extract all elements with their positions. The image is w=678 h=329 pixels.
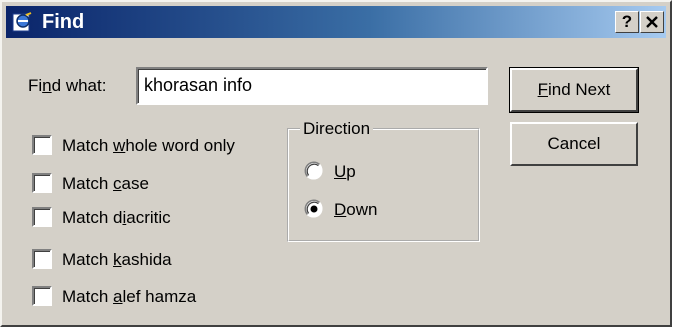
- radio-label: Down: [334, 200, 378, 219]
- checkbox-label: Match diacritic: [62, 208, 171, 227]
- checkbox-box[interactable]: [32, 173, 52, 193]
- close-icon: [646, 16, 658, 28]
- checkbox-box[interactable]: [32, 135, 52, 155]
- checkbox-label: Match alef hamza: [62, 287, 197, 306]
- find-what-input[interactable]: khorasan info: [136, 67, 488, 105]
- checkbox-box[interactable]: [32, 286, 52, 306]
- checkbox-box[interactable]: [32, 249, 52, 269]
- checkbox-label: Match kashida: [62, 250, 172, 269]
- title-bar[interactable]: Find ?: [6, 6, 666, 38]
- radio-label: Up: [334, 162, 356, 181]
- find-what-label: Find what:: [28, 76, 107, 95]
- radio-unselected-icon[interactable]: [304, 161, 324, 181]
- direction-legend: Direction: [300, 119, 374, 139]
- checkbox-label: Match case: [62, 174, 149, 193]
- radio-selected-icon[interactable]: [304, 199, 324, 219]
- ie-find-icon: [12, 12, 32, 32]
- cancel-button[interactable]: Cancel: [510, 122, 638, 166]
- direction-group: [287, 128, 480, 242]
- checkbox-box[interactable]: [32, 207, 52, 227]
- help-button[interactable]: ?: [615, 11, 639, 33]
- find-next-button[interactable]: Find Next: [509, 67, 639, 113]
- window-title: Find: [42, 11, 85, 33]
- close-button[interactable]: [640, 11, 664, 33]
- checkbox-label: Match whole word only: [62, 136, 235, 155]
